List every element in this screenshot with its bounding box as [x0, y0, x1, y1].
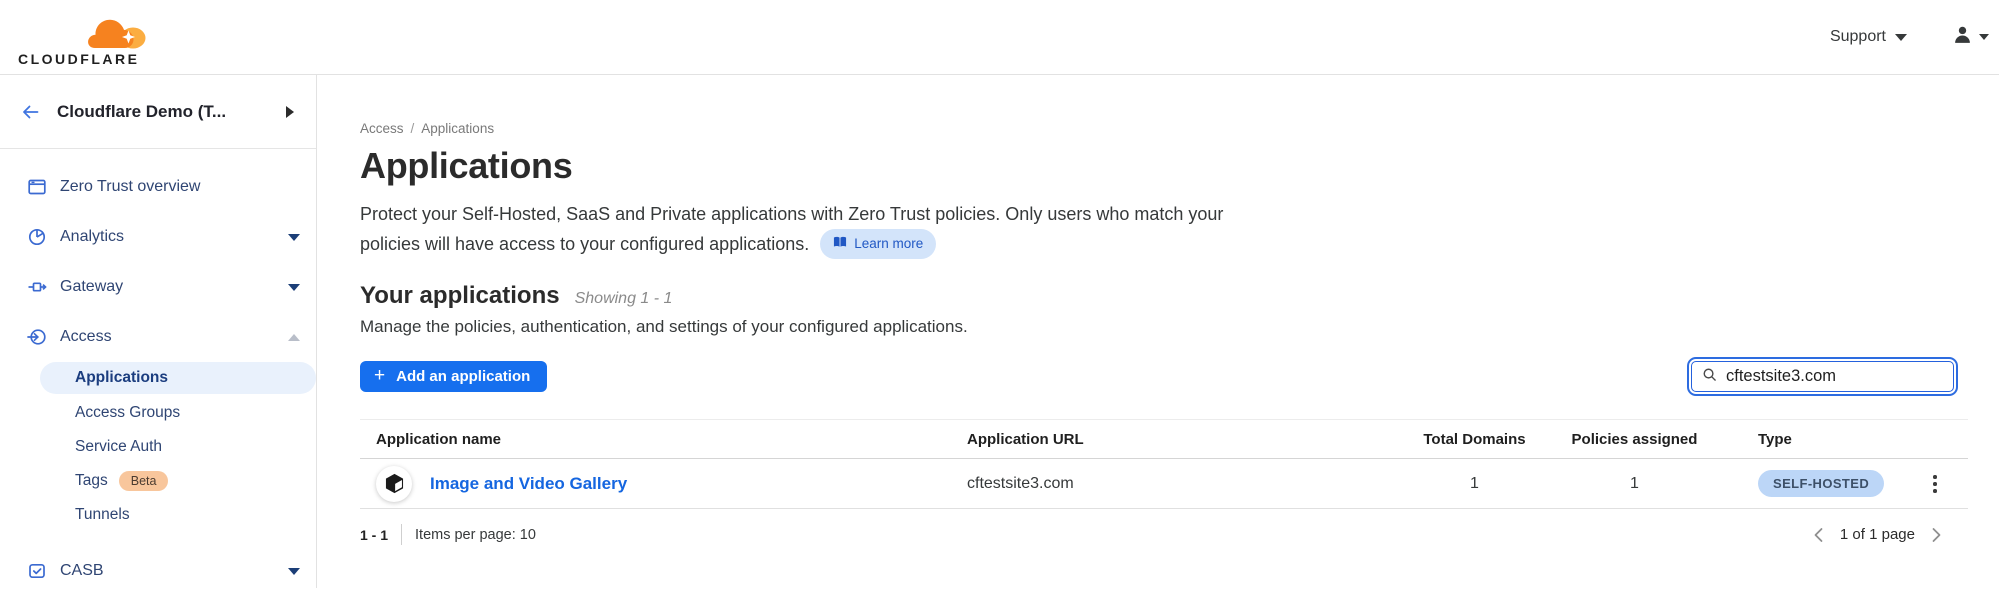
sidebar-item-service-auth[interactable]: Service Auth: [0, 430, 316, 464]
sidebar-item-access[interactable]: Access: [0, 312, 316, 362]
access-subnav: Applications Access Groups Service Auth …: [0, 362, 316, 532]
column-type: Type: [1717, 420, 1902, 458]
sidebar-item-zero-trust-overview[interactable]: Zero Trust overview: [0, 162, 316, 212]
sidebar-item-label: Gateway: [60, 278, 123, 296]
row-actions-kebab-icon[interactable]: [1929, 471, 1941, 497]
learn-more-label: Learn more: [854, 233, 923, 255]
page-title: Applications: [360, 145, 1999, 187]
plus-icon: +: [374, 366, 385, 385]
book-icon: [833, 233, 847, 255]
table-header: Application name Application URL Total D…: [360, 420, 1968, 459]
support-label: Support: [1830, 28, 1886, 46]
learn-more-button[interactable]: Learn more: [820, 229, 936, 259]
application-url-value: cftestsite3.com: [967, 475, 1397, 493]
chevron-down-icon: [288, 568, 300, 575]
gateway-icon: [27, 277, 47, 297]
breadcrumb-applications[interactable]: Applications: [421, 121, 494, 136]
sidebar: Cloudflare Demo (T... Zero Trust overvie…: [0, 75, 317, 588]
sidebar-account-header: Cloudflare Demo (T...: [0, 75, 316, 149]
items-range: 1 - 1: [360, 527, 388, 543]
support-menu[interactable]: Support: [1830, 28, 1907, 46]
column-application-url: Application URL: [967, 420, 1397, 458]
sidebar-item-label: Zero Trust overview: [60, 178, 200, 196]
sidebar-item-tunnels[interactable]: Tunnels: [0, 498, 316, 532]
column-application-name: Application name: [360, 420, 967, 458]
sidebar-item-label: Applications: [75, 369, 168, 387]
casb-icon: [27, 561, 47, 581]
application-cube-icon: [376, 466, 412, 502]
search-box: [1691, 361, 1954, 392]
sidebar-item-label: Access Groups: [75, 404, 180, 422]
top-bar: CLOUDFLARE Support: [0, 0, 1999, 75]
cloudflare-cloud-icon: [86, 17, 150, 54]
chevron-down-icon: [288, 284, 300, 291]
chevron-up-icon: [288, 334, 300, 341]
back-arrow-icon[interactable]: [20, 102, 41, 122]
previous-page-icon[interactable]: [1813, 527, 1824, 543]
sidebar-item-label: CASB: [60, 562, 104, 580]
page-description: Protect your Self-Hosted, SaaS and Priva…: [360, 200, 1245, 259]
type-badge: SELF-HOSTED: [1758, 470, 1884, 497]
cloudflare-wordmark: CLOUDFLARE: [18, 51, 139, 67]
divider: [401, 524, 402, 545]
section-subtext: Manage the policies, authentication, and…: [360, 317, 1999, 337]
add-application-button[interactable]: + Add an application: [360, 361, 547, 392]
column-policies-assigned: Policies assigned: [1552, 420, 1717, 458]
table-row: Image and Video Gallery cftestsite3.com …: [360, 459, 1968, 509]
main-content: Access / Applications Applications Protect…: [317, 75, 1999, 588]
breadcrumb-access[interactable]: Access: [360, 121, 404, 136]
sidebar-expand-icon[interactable]: [286, 106, 294, 118]
column-total-domains: Total Domains: [1397, 420, 1552, 458]
chevron-down-icon: [288, 234, 300, 241]
application-name-link[interactable]: Image and Video Gallery: [430, 474, 627, 494]
items-per-page[interactable]: Items per page: 10: [415, 527, 536, 543]
analytics-icon: [27, 227, 47, 247]
sidebar-item-label: Analytics: [60, 228, 124, 246]
chevron-down-icon: [1895, 34, 1907, 41]
cloudflare-logo[interactable]: CLOUDFLARE: [18, 11, 153, 63]
user-menu[interactable]: [1953, 25, 1989, 49]
sidebar-item-label: Access: [60, 328, 112, 346]
account-name[interactable]: Cloudflare Demo (T...: [57, 102, 226, 122]
policies-assigned-value: 1: [1552, 475, 1717, 493]
search-input[interactable]: [1726, 367, 1943, 386]
sidebar-item-casb[interactable]: CASB: [0, 546, 316, 596]
add-application-label: Add an application: [396, 368, 530, 385]
section-title: Your applications: [360, 282, 560, 310]
sidebar-item-tags[interactable]: Tags Beta: [0, 464, 316, 498]
sidebar-item-access-groups[interactable]: Access Groups: [0, 396, 316, 430]
sidebar-item-analytics[interactable]: Analytics: [0, 212, 316, 262]
chevron-down-icon: [1979, 34, 1989, 40]
sidebar-item-applications[interactable]: Applications: [40, 362, 316, 394]
sidebar-item-label: Tags: [75, 472, 108, 490]
breadcrumb-separator: /: [411, 121, 415, 136]
page-indicator: 1 of 1 page: [1840, 526, 1915, 543]
sidebar-nav: Zero Trust overview Analytics Gateway: [0, 149, 316, 596]
table-footer: 1 - 1 Items per page: 10 1 of 1 page: [360, 524, 1968, 545]
breadcrumb: Access / Applications: [360, 121, 1999, 136]
sidebar-item-label: Tunnels: [75, 506, 130, 524]
total-domains-value: 1: [1397, 475, 1552, 493]
access-icon: [27, 327, 47, 347]
sidebar-item-gateway[interactable]: Gateway: [0, 262, 316, 312]
sidebar-item-label: Service Auth: [75, 438, 162, 456]
search-icon: [1702, 367, 1717, 387]
next-page-icon[interactable]: [1931, 527, 1942, 543]
showing-count: Showing 1 - 1: [575, 290, 673, 308]
page-description-text: Protect your Self-Hosted, SaaS and Priva…: [360, 204, 1223, 254]
beta-badge: Beta: [119, 471, 169, 491]
overview-icon: [27, 177, 47, 197]
applications-table: Application name Application URL Total D…: [360, 419, 1968, 509]
user-icon: [1953, 25, 1972, 49]
